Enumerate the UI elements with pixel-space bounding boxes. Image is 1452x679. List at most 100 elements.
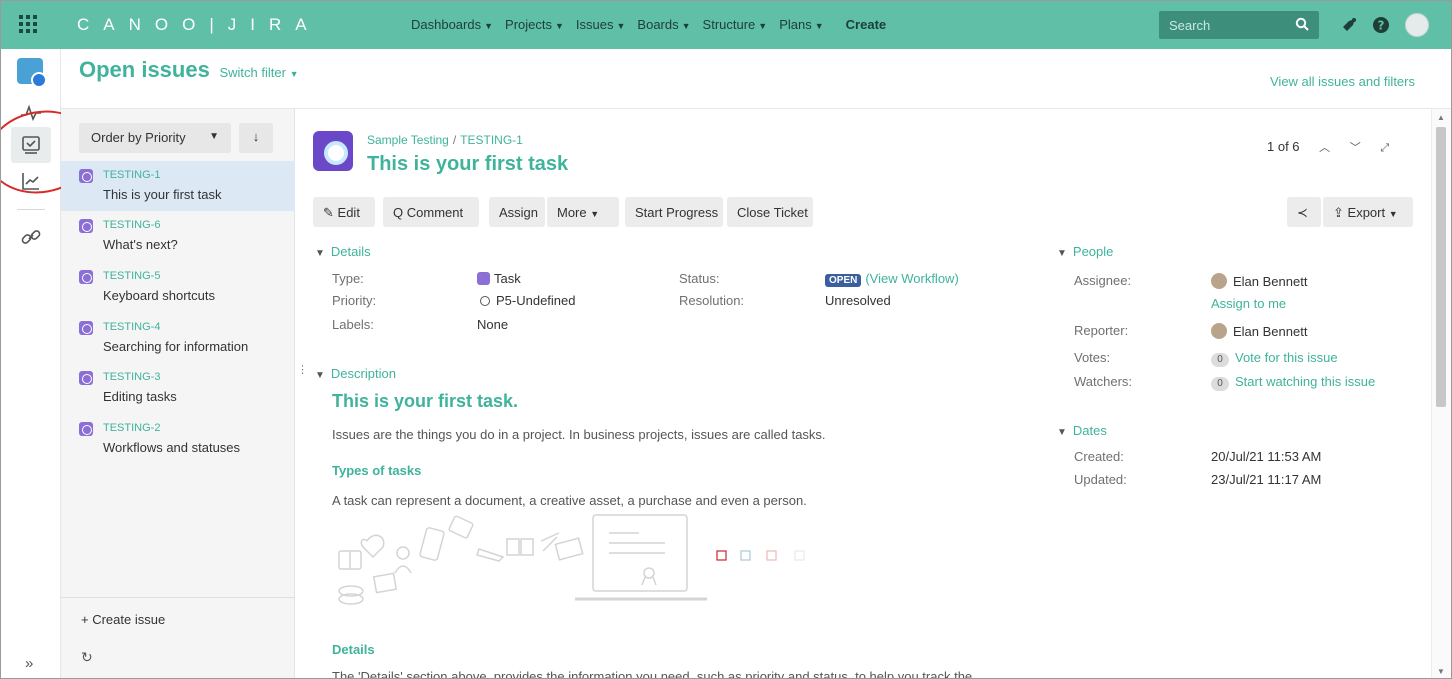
nav-structure[interactable]: Structure ▼ <box>703 17 768 32</box>
project-avatar-icon[interactable] <box>17 58 47 88</box>
issue-list-item[interactable]: TESTING-5 Keyboard shortcuts <box>61 262 295 312</box>
assign-to-me-link[interactable]: Assign to me <box>1211 296 1286 311</box>
start-progress-button[interactable]: Start Progress <box>625 197 723 227</box>
issue-list-item[interactable]: TESTING-1 This is your first task <box>61 161 295 211</box>
search-icon[interactable] <box>1295 17 1309 31</box>
top-navigation-bar: CANOO|JIRA Dashboards ▼ Projects ▼ Issues ▼… <box>1 1 1451 49</box>
nav-dashboards-label: Dashboards <box>411 17 482 32</box>
scroll-down-icon[interactable]: ▼ <box>1437 667 1445 676</box>
task-type-icon <box>79 321 93 335</box>
create-button[interactable]: Create <box>846 17 886 32</box>
panel-resize-handle[interactable]: ⋮ <box>297 363 308 376</box>
dates-section-title: Dates <box>1072 423 1107 438</box>
order-by-select[interactable]: Order by Priority ▼ <box>79 123 231 153</box>
votes-count: 0 <box>1211 353 1229 367</box>
share-button[interactable]: ≺ <box>1287 197 1321 227</box>
description-paragraph: A task can represent a document, a creat… <box>332 493 807 508</box>
link-icon[interactable] <box>19 225 43 249</box>
breadcrumb-project[interactable]: Sample Testing <box>367 133 449 147</box>
labels-label: Labels: <box>332 317 374 332</box>
priority-icon <box>480 296 490 306</box>
avatar <box>1211 273 1227 289</box>
issue-key: TESTING-6 <box>103 219 161 231</box>
nav-plans-label: Plans <box>779 17 812 32</box>
labels-value: None <box>477 317 509 332</box>
comment-button[interactable]: Q Comment <box>383 197 479 227</box>
expand-sidebar-icon[interactable]: » <box>25 655 33 672</box>
task-type-icon <box>79 270 93 284</box>
breadcrumb: Sample Testing / TESTING-1 <box>367 133 523 147</box>
issue-list-item[interactable]: TESTING-6 What's next? <box>61 211 295 261</box>
people-section-toggle[interactable]: ▼ People <box>1057 244 1113 259</box>
type-value-text: Task <box>494 271 521 286</box>
issue-list-item[interactable]: TESTING-4 Searching for information <box>61 313 295 363</box>
nav-plans[interactable]: Plans ▼ <box>779 17 823 32</box>
watchers-count: 0 <box>1211 377 1229 391</box>
nav-boards[interactable]: Boards ▼ <box>637 17 690 32</box>
breadcrumb-issue-key[interactable]: TESTING-1 <box>460 133 523 147</box>
reporter-value[interactable]: Elan Bennett <box>1211 323 1307 339</box>
jira-logo[interactable]: CANOO|JIRA <box>77 15 321 35</box>
watch-link[interactable]: 0 Start watching this issue <box>1211 374 1375 391</box>
next-issue-icon[interactable]: ﹀ <box>1350 142 1361 154</box>
vote-link[interactable]: 0 Vote for this issue <box>1211 350 1338 367</box>
resolution-value: Unresolved <box>825 293 891 308</box>
view-all-issues-link[interactable]: View all issues and filters <box>1270 74 1415 89</box>
edit-button[interactable]: ✎ Edit <box>313 197 375 227</box>
pager-position: 1 of 6 <box>1267 139 1300 154</box>
export-button[interactable]: ⇪ Export ▼ <box>1323 197 1413 227</box>
status-value: OPEN (View Workflow) <box>825 271 959 287</box>
app-switcher-icon[interactable] <box>19 15 39 35</box>
nav-projects[interactable]: Projects ▼ <box>505 17 564 32</box>
description-paragraph: The 'Details' section above, provides th… <box>332 669 973 679</box>
scroll-up-icon[interactable]: ▲ <box>1437 113 1445 122</box>
assignee-value[interactable]: Elan Bennett <box>1211 273 1307 289</box>
main-nav: Dashboards ▼ Projects ▼ Issues ▼ Boards ▼ St… <box>411 17 886 32</box>
status-badge: OPEN <box>825 274 862 287</box>
people-section-title: People <box>1072 244 1114 259</box>
notifications-icon[interactable] <box>1339 15 1359 35</box>
scrollbar-thumb[interactable] <box>1436 127 1446 407</box>
switch-filter-dropdown[interactable]: Switch filter ▼ <box>219 65 298 80</box>
help-icon[interactable]: ? <box>1371 15 1391 35</box>
details-section-toggle[interactable]: ▼ Details <box>315 244 371 259</box>
watch-link-label: Start watching this issue <box>1235 374 1376 389</box>
refresh-icon[interactable]: ↻ <box>81 649 93 666</box>
share-icon: ≺ <box>1297 205 1308 220</box>
issue-key: TESTING-1 <box>103 169 161 181</box>
votes-label: Votes: <box>1074 350 1111 365</box>
close-ticket-button[interactable]: Close Ticket <box>727 197 813 227</box>
view-workflow-link[interactable]: (View Workflow) <box>865 271 958 286</box>
assign-button[interactable]: Assign <box>489 197 545 227</box>
issue-list-item[interactable]: TESTING-3 Editing tasks <box>61 363 295 413</box>
pencil-icon: ✎ <box>323 205 334 220</box>
nav-boards-label: Boards <box>637 17 679 32</box>
description-paragraph: Issues are the things you do in a projec… <box>332 427 826 442</box>
create-issue-button[interactable]: + Create issue <box>61 597 295 627</box>
updated-label: Updated: <box>1074 472 1127 487</box>
task-type-icon <box>79 169 93 183</box>
nav-issues[interactable]: Issues ▼ <box>576 17 626 32</box>
issue-key: TESTING-4 <box>103 321 161 333</box>
description-section-toggle[interactable]: ▼ Description <box>315 366 396 381</box>
comment-label: Comment <box>406 205 464 220</box>
user-avatar[interactable] <box>1405 13 1429 37</box>
dates-section-toggle[interactable]: ▼ Dates <box>1057 423 1107 438</box>
vertical-scrollbar[interactable]: ▲ ▼ <box>1431 109 1451 678</box>
search-input[interactable] <box>1159 11 1289 39</box>
more-button[interactable]: More ▼ <box>547 197 619 227</box>
task-icon <box>477 272 490 285</box>
chevron-down-icon: ▼ <box>484 21 494 31</box>
expand-icon[interactable]: ⤢ <box>1380 142 1389 154</box>
chevron-down-icon: ▼ <box>616 21 626 31</box>
sort-direction-button[interactable]: ↓ <box>239 123 273 153</box>
search-box <box>1159 11 1319 39</box>
chevron-down-icon: ▼ <box>590 209 600 219</box>
description-subheading: Details <box>332 642 375 657</box>
comment-icon: Q <box>393 205 404 220</box>
nav-dashboards[interactable]: Dashboards ▼ <box>411 17 493 32</box>
previous-issue-icon[interactable]: ︿ <box>1319 142 1330 154</box>
switch-filter-label: Switch filter <box>219 65 286 80</box>
issue-list-item[interactable]: TESTING-2 Workflows and statuses <box>61 414 295 464</box>
issue-summary: What's next? <box>103 237 178 252</box>
